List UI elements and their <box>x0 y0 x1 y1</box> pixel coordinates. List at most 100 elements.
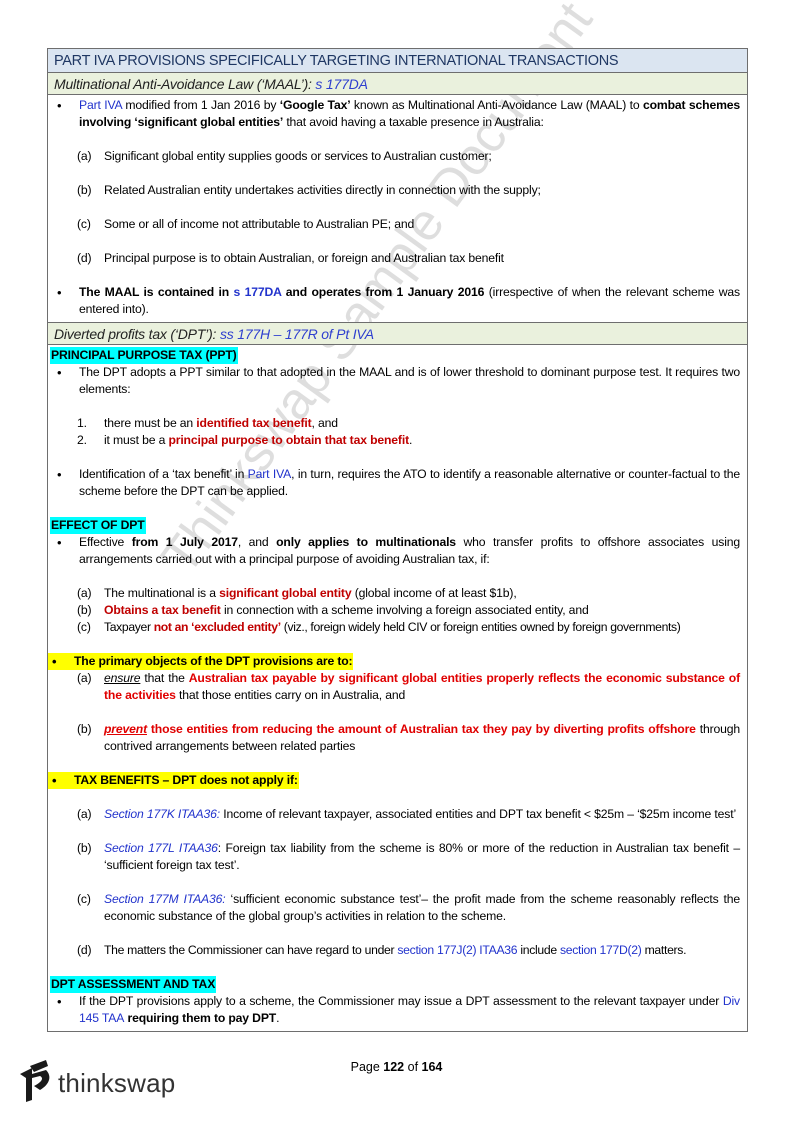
bullet-icon: • <box>57 535 62 550</box>
bullet-icon: • <box>57 365 62 380</box>
emphasis-text: prevent <box>104 722 147 736</box>
text: The DPT adopts a PPT similar to that ado… <box>79 365 740 396</box>
item-text: Principal purpose is to obtain Australia… <box>104 251 504 265</box>
item-label: (c) <box>77 217 91 231</box>
effect-item-c: (c) Taxpayer not an ‘excluded entity’ (vi… <box>55 619 740 636</box>
maal-item-c: (c) Some or all of income not attributabl… <box>55 216 740 233</box>
item-label: (b) <box>77 183 92 197</box>
maal-item-b: (b) Related Australian entity undertakes … <box>55 182 740 199</box>
red-text: significant global entity <box>219 586 352 600</box>
maal-body: • Part IVA modified from 1 Jan 2016 by ‘… <box>48 95 747 323</box>
maal-item-a: (a) Significant global entity supplies go… <box>55 148 740 165</box>
text: in connection with a scheme involving a … <box>220 603 589 617</box>
bold-text: only applies to multinationals <box>276 535 456 549</box>
red-text: principal purpose to obtain that tax ben… <box>168 433 409 447</box>
ppt-label: PRINCIPAL PURPOSE TAX (PPT) <box>50 347 238 364</box>
assessment-label: DPT ASSESSMENT AND TAX <box>50 976 217 993</box>
thinkswap-logo-icon <box>16 1060 52 1107</box>
text: modified from 1 Jan 2016 by <box>121 98 280 112</box>
page-total: 164 <box>421 1060 443 1074</box>
section-title: PART IVA PROVISIONS SPECIFICALLY TARGETI… <box>48 49 747 73</box>
maal-heading: Multinational Anti-Avoidance Law (‘MAAL’… <box>48 73 747 95</box>
assessment-bullet: • If the DPT provisions apply to a schem… <box>55 993 740 1027</box>
bullet-icon: • <box>57 994 62 1009</box>
item-label: (b) <box>77 841 92 855</box>
dpt-heading-text: Diverted profits tax (‘DPT’): <box>54 326 220 342</box>
text: (global income of at least $1b), <box>351 586 517 600</box>
benefits-item-b: (b) Section 177L ITAA36: Foreign tax liab… <box>55 840 740 874</box>
text: matters. <box>641 943 687 957</box>
text: The multinational is a <box>104 586 220 600</box>
bold-text: ‘Google Tax’ <box>279 98 351 112</box>
section-177d2-link[interactable]: section 177D(2) <box>560 943 642 957</box>
objects-item-b: (b) prevent those entities from reducing … <box>55 721 740 755</box>
item-label: 2. <box>77 433 87 447</box>
dpt-heading-ref[interactable]: ss 177H – 177R of Pt IVA <box>220 326 374 342</box>
maal-item-d: (d) Principal purpose is to obtain Austra… <box>55 250 740 267</box>
benefits-item-d: (d) The matters the Commissioner can have… <box>55 942 740 959</box>
section-177l-link[interactable]: Section 177L ITAA36 <box>104 841 218 855</box>
item-text: Some or all of income not attributable t… <box>104 217 415 231</box>
bullet-icon: • <box>57 285 62 300</box>
effect-label: EFFECT OF DPT <box>50 517 146 534</box>
bold-text: The MAAL is contained in <box>79 285 234 299</box>
section-177j2-link[interactable]: section 177J(2) ITAA36 <box>397 943 517 957</box>
objects-bullet: • The primary objects of the DPT provisio… <box>48 653 740 670</box>
text: include <box>517 943 560 957</box>
effect-item-b: (b) Obtains a tax benefit in connection w… <box>55 602 740 619</box>
ppt-bullet-1: • The DPT adopts a PPT similar to that a… <box>55 364 740 398</box>
text: that those entities carry on in Australi… <box>175 688 406 702</box>
text: (viz., foreign widely held CIV or foreig… <box>280 620 681 634</box>
section-177k-link[interactable]: Section 177K ITAA36: <box>104 807 220 821</box>
maal-heading-ref[interactable]: s 177DA <box>315 76 367 92</box>
text: If the DPT provisions apply to a scheme,… <box>79 994 723 1008</box>
red-text: not an ‘excluded entity’ <box>153 620 281 634</box>
text: known as Multinational Anti-Avoidance La… <box>350 98 643 112</box>
bullet-icon: • <box>57 98 62 113</box>
maal-heading-text: Multinational Anti-Avoidance Law (‘MAAL’… <box>54 76 316 92</box>
section-177m-link[interactable]: Section 177M ITAA36: <box>104 892 226 906</box>
ppt-bullet-2: • Identification of a ‘tax benefit’ in P… <box>55 466 740 500</box>
item-label: (a) <box>77 807 92 821</box>
text: there must be an <box>104 416 197 430</box>
red-text: those entities from reducing the amount … <box>150 722 696 736</box>
maal-bullet-1: • Part IVA modified from 1 Jan 2016 by ‘… <box>55 97 740 131</box>
red-text: Obtains a tax benefit <box>104 603 221 617</box>
text: Identification of a ‘tax benefit’ in <box>79 467 248 481</box>
bold-text: requiring them to pay DPT <box>124 1011 277 1025</box>
text: Effective <box>79 535 132 549</box>
text: The matters the Commissioner can have re… <box>104 943 398 957</box>
part-iva-link[interactable]: Part IVA <box>248 467 292 481</box>
s177da-link[interactable]: s 177DA <box>234 285 282 299</box>
text: , and <box>311 416 339 430</box>
text: . <box>276 1011 280 1025</box>
page-of: of <box>404 1060 422 1074</box>
part-iva-link[interactable]: Part IVA <box>79 98 122 112</box>
effect-bullet-1: • Effective from 1 July 2017, and only a… <box>55 534 740 568</box>
benefits-bullet: • TAX BENEFITS – DPT does not apply if: <box>48 772 740 789</box>
ppt-item-2: 2. it must be a principal purpose to obta… <box>55 432 740 449</box>
text: it must be a <box>104 433 169 447</box>
text: that the <box>140 671 189 685</box>
objects-heading: The primary objects of the DPT provision… <box>74 654 353 668</box>
benefits-heading: TAX BENEFITS – DPT does not apply if: <box>74 773 298 787</box>
benefits-item-a: (a) Section 177K ITAA36: Income of releva… <box>55 806 740 823</box>
content-table: PART IVA PROVISIONS SPECIFICALLY TARGETI… <box>47 48 748 1032</box>
brand-name: thinkswap <box>58 1068 176 1098</box>
emphasis-text: ensure <box>104 671 141 685</box>
document-page: PART IVA PROVISIONS SPECIFICALLY TARGETI… <box>47 48 748 1032</box>
item-label: (a) <box>77 671 92 685</box>
effect-item-a: (a) The multinational is a significant gl… <box>55 585 740 602</box>
item-label: 1. <box>77 416 87 430</box>
text: , and <box>237 535 277 549</box>
item-label: (d) <box>77 251 92 265</box>
objects-item-a: (a) ensure that the Australian tax payabl… <box>55 670 740 704</box>
item-label: (c) <box>77 892 91 906</box>
item-text: Significant global entity supplies goods… <box>104 149 492 163</box>
bullet-icon: • <box>57 467 62 482</box>
item-label: (a) <box>77 149 92 163</box>
bullet-icon: • <box>52 773 57 788</box>
item-text: Related Australian entity undertakes act… <box>104 183 541 197</box>
page-current: 122 <box>383 1060 405 1074</box>
dpt-body: PRINCIPAL PURPOSE TAX (PPT) • The DPT ad… <box>48 345 747 1031</box>
